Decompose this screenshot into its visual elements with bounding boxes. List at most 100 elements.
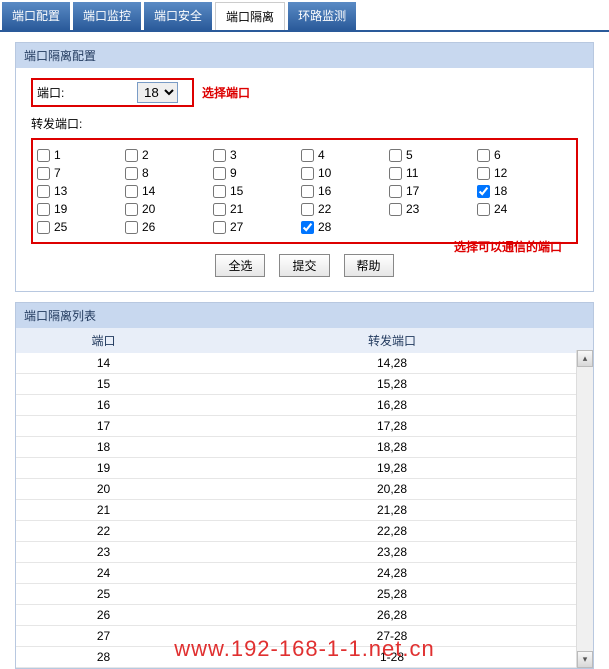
port-checkbox-25[interactable]: 25 — [37, 218, 125, 236]
port-checkbox-input-26[interactable] — [125, 221, 138, 234]
port-checkbox-input-9[interactable] — [213, 167, 226, 180]
port-checkbox-input-23[interactable] — [389, 203, 402, 216]
port-checkbox-label: 13 — [54, 184, 67, 198]
table-header: 端口 转发端口 — [16, 328, 593, 353]
port-checkbox-20[interactable]: 20 — [125, 200, 213, 218]
port-checkbox-label: 16 — [318, 184, 331, 198]
table-row[interactable]: 2323,28 — [16, 542, 593, 563]
table-row[interactable]: 1414,28 — [16, 353, 593, 374]
port-checkbox-19[interactable]: 19 — [37, 200, 125, 218]
port-checkbox-23[interactable]: 23 — [389, 200, 477, 218]
port-checkbox-17[interactable]: 17 — [389, 182, 477, 200]
table-row[interactable]: 1515,28 — [16, 374, 593, 395]
port-checkbox-14[interactable]: 14 — [125, 182, 213, 200]
cell-forward: 18,28 — [191, 437, 593, 457]
port-checkbox-input-19[interactable] — [37, 203, 50, 216]
port-checkbox-2[interactable]: 2 — [125, 146, 213, 164]
port-checkbox-input-24[interactable] — [477, 203, 490, 216]
col-port: 端口 — [16, 328, 191, 353]
table-row[interactable]: 2626,28 — [16, 605, 593, 626]
table-row[interactable]: 2020,28 — [16, 479, 593, 500]
port-checkbox-input-13[interactable] — [37, 185, 50, 198]
cell-port: 22 — [16, 521, 191, 541]
port-checkbox-12[interactable]: 12 — [477, 164, 565, 182]
port-checkbox-18[interactable]: 18 — [477, 182, 565, 200]
port-checkbox-input-11[interactable] — [389, 167, 402, 180]
port-checkbox-input-28[interactable] — [301, 221, 314, 234]
port-checkbox-input-2[interactable] — [125, 149, 138, 162]
port-checkbox-3[interactable]: 3 — [213, 146, 301, 164]
table-row[interactable]: 1919,28 — [16, 458, 593, 479]
cell-port: 24 — [16, 563, 191, 583]
port-checkbox-6[interactable]: 6 — [477, 146, 565, 164]
table-row[interactable]: 2727-28 — [16, 626, 593, 647]
port-checkbox-9[interactable]: 9 — [213, 164, 301, 182]
port-checkbox-label: 20 — [142, 202, 155, 216]
port-checkbox-input-15[interactable] — [213, 185, 226, 198]
port-checkbox-21[interactable]: 21 — [213, 200, 301, 218]
port-checkbox-1[interactable]: 1 — [37, 146, 125, 164]
port-checkbox-7[interactable]: 7 — [37, 164, 125, 182]
port-checkbox-4[interactable]: 4 — [301, 146, 389, 164]
port-checkbox-input-17[interactable] — [389, 185, 402, 198]
scroll-up-icon[interactable]: ▴ — [577, 350, 593, 367]
table-row[interactable]: 2525,28 — [16, 584, 593, 605]
port-checkbox-input-22[interactable] — [301, 203, 314, 216]
table-row[interactable]: 2222,28 — [16, 521, 593, 542]
tab-1[interactable]: 端口监控 — [73, 2, 141, 30]
table-row[interactable]: 1818,28 — [16, 437, 593, 458]
tab-3[interactable]: 端口隔离 — [215, 2, 285, 30]
port-checkbox-input-4[interactable] — [301, 149, 314, 162]
cell-port: 17 — [16, 416, 191, 436]
port-checkbox-input-14[interactable] — [125, 185, 138, 198]
port-checkbox-input-10[interactable] — [301, 167, 314, 180]
annotation-forward-ports: 选择可以通信的端口 — [454, 238, 562, 255]
port-checkbox-input-27[interactable] — [213, 221, 226, 234]
table-row[interactable]: 2121,28 — [16, 500, 593, 521]
help-button[interactable]: 帮助 — [344, 254, 394, 277]
config-panel-title: 端口隔离配置 — [16, 43, 593, 68]
tab-4[interactable]: 环路监测 — [288, 2, 356, 30]
table-row[interactable]: 281-28 — [16, 647, 593, 668]
list-panel-title: 端口隔离列表 — [16, 303, 593, 328]
port-checkbox-24[interactable]: 24 — [477, 200, 565, 218]
port-checkbox-22[interactable]: 22 — [301, 200, 389, 218]
table-body: 1414,281515,281616,281717,281818,281919,… — [16, 353, 593, 668]
scroll-down-icon[interactable]: ▾ — [577, 651, 593, 668]
port-checkbox-input-16[interactable] — [301, 185, 314, 198]
port-checkbox-10[interactable]: 10 — [301, 164, 389, 182]
port-checkbox-13[interactable]: 13 — [37, 182, 125, 200]
tab-2[interactable]: 端口安全 — [144, 2, 212, 30]
scrollbar[interactable]: ▴ ▾ — [576, 350, 593, 668]
select-all-button[interactable]: 全选 — [215, 254, 265, 277]
port-checkbox-5[interactable]: 5 — [389, 146, 477, 164]
submit-button[interactable]: 提交 — [279, 254, 329, 277]
port-checkbox-input-21[interactable] — [213, 203, 226, 216]
port-checkbox-label: 5 — [406, 148, 413, 162]
table-row[interactable]: 1717,28 — [16, 416, 593, 437]
port-checkbox-input-6[interactable] — [477, 149, 490, 162]
port-checkbox-input-25[interactable] — [37, 221, 50, 234]
port-checkbox-input-7[interactable] — [37, 167, 50, 180]
port-checkbox-input-3[interactable] — [213, 149, 226, 162]
port-checkbox-16[interactable]: 16 — [301, 182, 389, 200]
port-checkbox-input-20[interactable] — [125, 203, 138, 216]
port-checkbox-11[interactable]: 11 — [389, 164, 477, 182]
port-select[interactable]: 18 — [137, 82, 178, 103]
port-checkbox-label: 15 — [230, 184, 243, 198]
port-checkbox-26[interactable]: 26 — [125, 218, 213, 236]
table-row[interactable]: 1616,28 — [16, 395, 593, 416]
cell-forward: 23,28 — [191, 542, 593, 562]
port-checkbox-input-18[interactable] — [477, 185, 490, 198]
port-checkbox-input-5[interactable] — [389, 149, 402, 162]
port-checkbox-label: 10 — [318, 166, 331, 180]
port-checkbox-input-12[interactable] — [477, 167, 490, 180]
port-checkbox-15[interactable]: 15 — [213, 182, 301, 200]
port-checkbox-input-1[interactable] — [37, 149, 50, 162]
port-checkbox-input-8[interactable] — [125, 167, 138, 180]
port-checkbox-27[interactable]: 27 — [213, 218, 301, 236]
tab-0[interactable]: 端口配置 — [2, 2, 70, 30]
port-checkbox-8[interactable]: 8 — [125, 164, 213, 182]
port-checkbox-28[interactable]: 28 — [301, 218, 389, 236]
table-row[interactable]: 2424,28 — [16, 563, 593, 584]
